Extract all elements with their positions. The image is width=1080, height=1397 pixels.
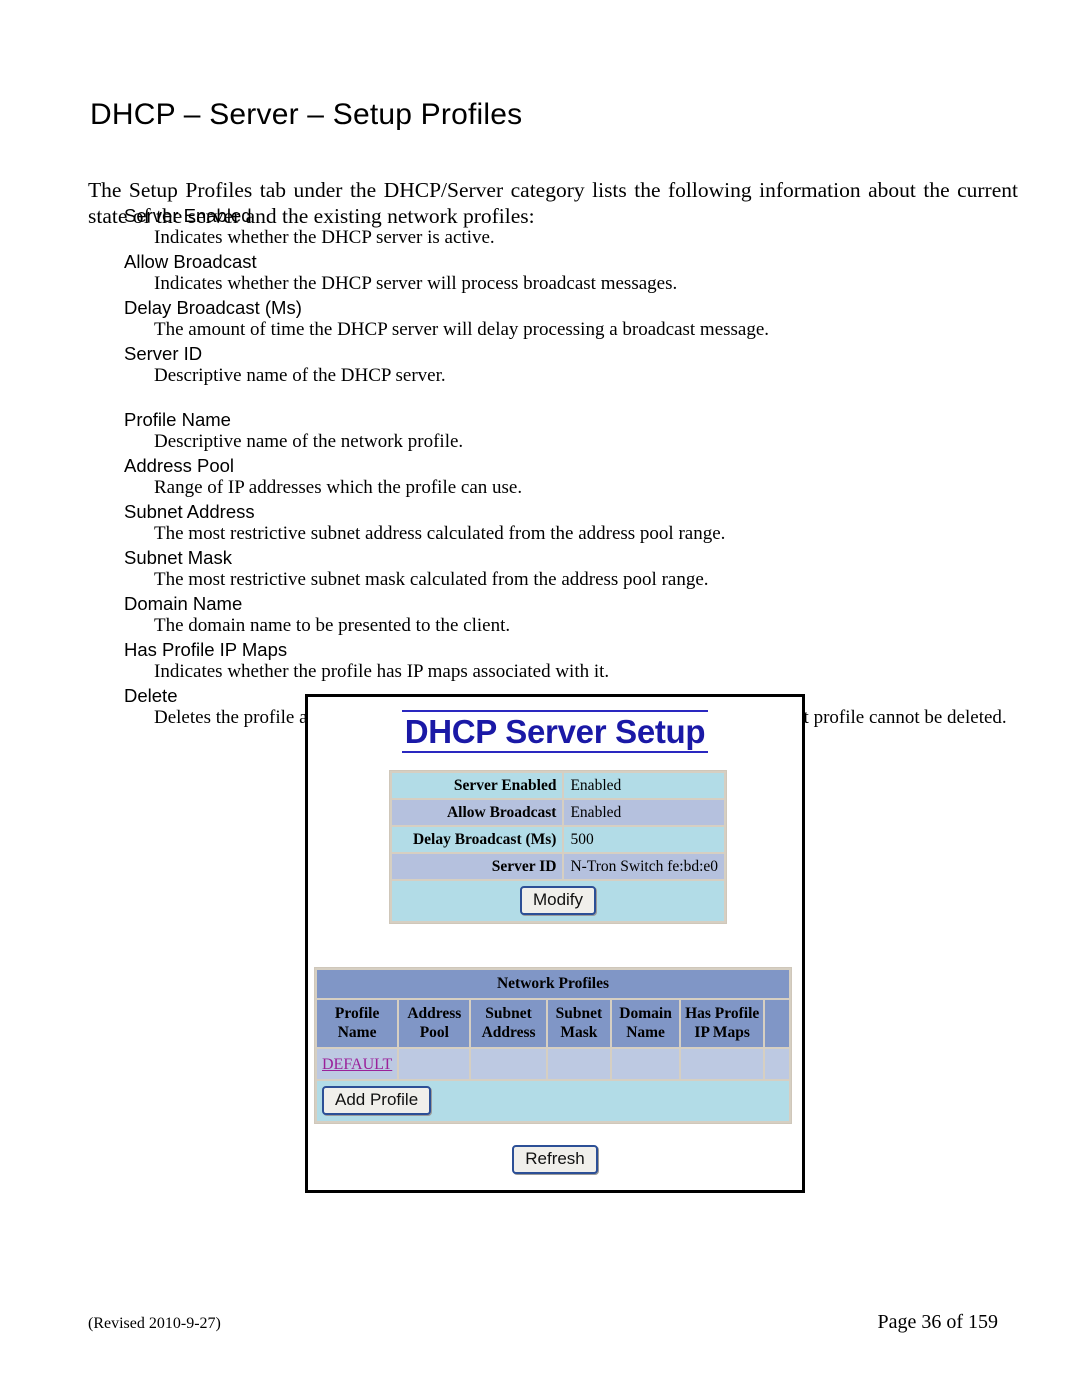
setting-value: N-Tron Switch fe:bd:e0 [564, 854, 724, 879]
column-header-delete [765, 1000, 789, 1047]
screenshot-heading: DHCP Server Setup [401, 710, 709, 753]
modify-button-cell: Modify [392, 881, 724, 921]
definition-description: Indicates whether the DHCP server will p… [154, 273, 678, 294]
profile-name-cell: DEFAULT [317, 1049, 398, 1079]
column-header-address-pool: Address Pool [399, 1000, 470, 1047]
definition-description: The most restrictive subnet address calc… [154, 523, 726, 544]
table-row: Server Enabled Enabled [392, 773, 724, 798]
setting-value: 500 [564, 827, 724, 852]
definition-term: Address Pool [124, 455, 235, 476]
screenshot-heading-wrap: DHCP Server Setup [308, 710, 802, 753]
column-header-subnet-address: Subnet Address [471, 1000, 546, 1047]
definition-term: Delay Broadcast (Ms) [124, 297, 302, 318]
definition-description: The domain name to be presented to the c… [154, 615, 511, 636]
setting-label: Delay Broadcast (Ms) [392, 827, 563, 852]
table-row: Add Profile [317, 1081, 789, 1121]
table-row: Modify [392, 881, 724, 921]
setting-label: Server Enabled [392, 773, 563, 798]
document-page: DHCP – Server – Setup Profiles The Setup… [0, 0, 1080, 1397]
definition-term: Server Enabled [124, 205, 252, 226]
subnet-mask-cell [547, 1049, 611, 1079]
table-banner-row: Network Profiles [317, 970, 789, 998]
definition-description: Range of IP addresses which the profile … [154, 477, 523, 498]
definition-description: Indicates whether the DHCP server is act… [154, 227, 495, 248]
definition-description: The most restrictive subnet mask calcula… [154, 569, 709, 590]
setting-value: Enabled [564, 800, 724, 825]
table-row: Allow Broadcast Enabled [392, 800, 724, 825]
definition-term: Subnet Address [124, 501, 255, 522]
setting-label: Server ID [392, 854, 563, 879]
add-profile-button-cell: Add Profile [317, 1081, 789, 1121]
footer-page-number: Page 36 of 159 [877, 1311, 998, 1333]
definition-description: Descriptive name of the DHCP server. [154, 365, 446, 386]
definition-term: Domain Name [124, 593, 243, 614]
definition-term: Server ID [124, 343, 203, 364]
dhcp-server-settings-table: Server Enabled Enabled Allow Broadcast E… [389, 770, 727, 924]
has-profile-ip-maps-cell [681, 1049, 764, 1079]
setting-value: Enabled [564, 773, 724, 798]
column-header-has-profile-ip-maps: Has Profile IP Maps [681, 1000, 764, 1047]
modify-button[interactable]: Modify [519, 886, 597, 915]
refresh-button[interactable]: Refresh [512, 1145, 598, 1174]
network-profiles-banner: Network Profiles [317, 970, 789, 998]
add-profile-button[interactable]: Add Profile [322, 1086, 432, 1115]
address-pool-cell [399, 1049, 470, 1079]
definition-term: Allow Broadcast [124, 251, 257, 272]
column-header-domain-name: Domain Name [612, 1000, 680, 1047]
table-row: DEFAULT [317, 1049, 789, 1079]
setting-label: Allow Broadcast [392, 800, 563, 825]
definition-group-gap [88, 389, 1018, 409]
refresh-button-wrap: Refresh [308, 1145, 802, 1174]
definition-description: Descriptive name of the network profile. [154, 431, 464, 452]
page-title: DHCP – Server – Setup Profiles [90, 98, 523, 132]
delete-cell[interactable] [765, 1049, 789, 1079]
definition-term: Profile Name [124, 409, 231, 430]
profile-link-default[interactable]: DEFAULT [322, 1056, 392, 1073]
definition-term: Has Profile IP Maps [124, 639, 288, 660]
definition-list: Server Enabled Indicates whether the DHC… [88, 205, 1018, 731]
column-header-profile-name: Profile Name [317, 1000, 398, 1047]
table-row: Server ID N-Tron Switch fe:bd:e0 [392, 854, 724, 879]
network-profiles-table: Network Profiles Profile Name Address Po… [314, 967, 792, 1124]
domain-name-cell [612, 1049, 680, 1079]
table-header-row: Profile Name Address Pool Subnet Address… [317, 1000, 789, 1047]
table-row: Delay Broadcast (Ms) 500 [392, 827, 724, 852]
column-header-subnet-mask: Subnet Mask [547, 1000, 611, 1047]
subnet-address-cell [471, 1049, 546, 1079]
embedded-screenshot: DHCP Server Setup Server Enabled Enabled… [305, 694, 805, 1193]
definition-description: Indicates whether the profile has IP map… [154, 661, 610, 682]
definition-description: The amount of time the DHCP server will … [154, 319, 770, 340]
definition-term: Subnet Mask [124, 547, 232, 568]
footer-revised: (Revised 2010-9-27) [88, 1315, 221, 1332]
